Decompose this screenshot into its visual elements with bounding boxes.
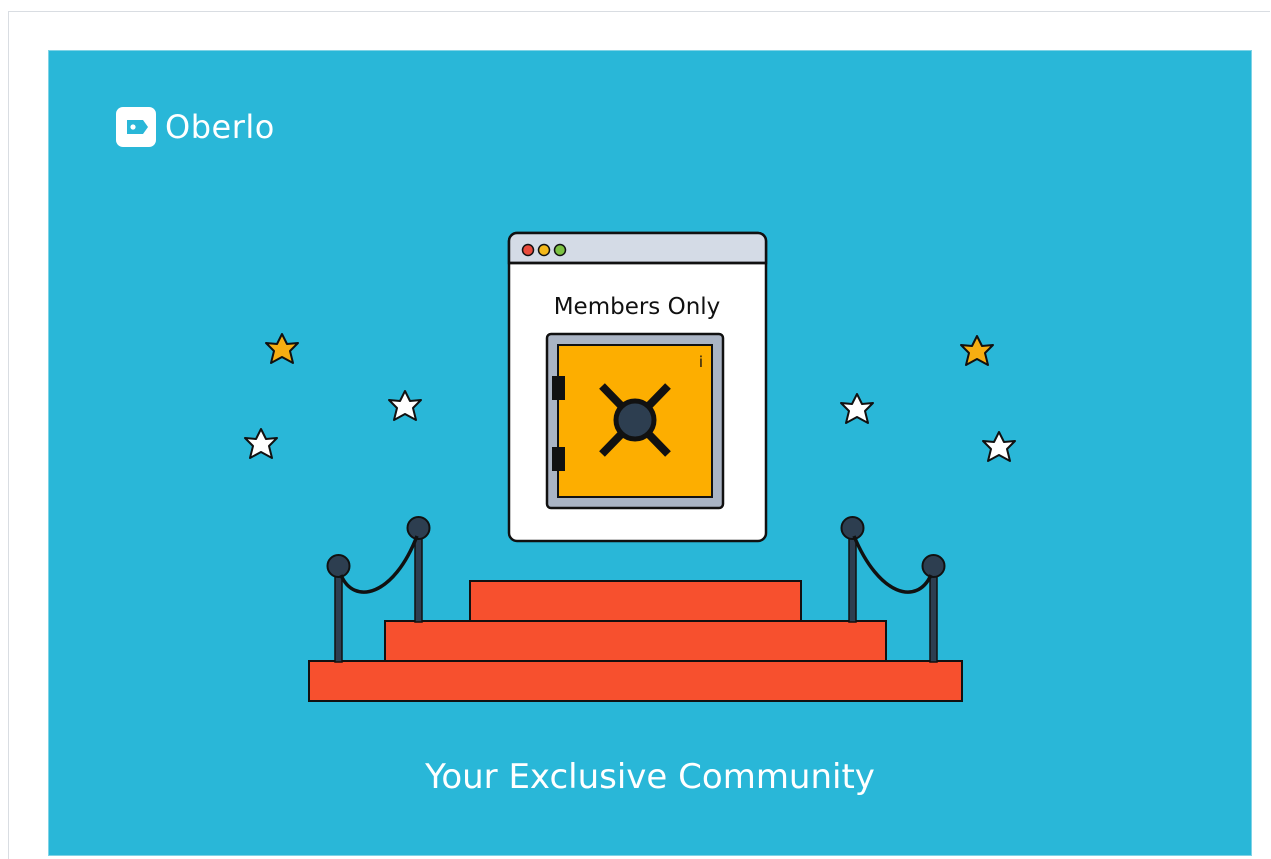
window-close-dot	[521, 243, 535, 257]
star-icon	[982, 431, 1016, 462]
window-title: Members Only	[554, 294, 721, 320]
star-icon	[388, 390, 422, 421]
star-icon	[960, 335, 994, 366]
podium-steps	[308, 580, 963, 702]
tagline: Your Exclusive Community	[425, 757, 875, 797]
safe-mark: i	[699, 353, 703, 371]
star-icon	[265, 333, 299, 364]
star-icon	[244, 428, 278, 459]
safe-icon: i	[545, 332, 725, 510]
star-icon	[840, 393, 874, 424]
members-only-illustration: Members Only i	[244, 231, 1016, 702]
window-zoom-dot	[553, 243, 567, 257]
window-minimize-dot	[537, 243, 551, 257]
members-only-window: Members Only i	[507, 231, 768, 543]
hero-banner: Oberlo Members Only i Your Exclusive Com…	[48, 50, 1252, 856]
page-frame: Oberlo Members Only i Your Exclusive Com…	[8, 11, 1270, 859]
